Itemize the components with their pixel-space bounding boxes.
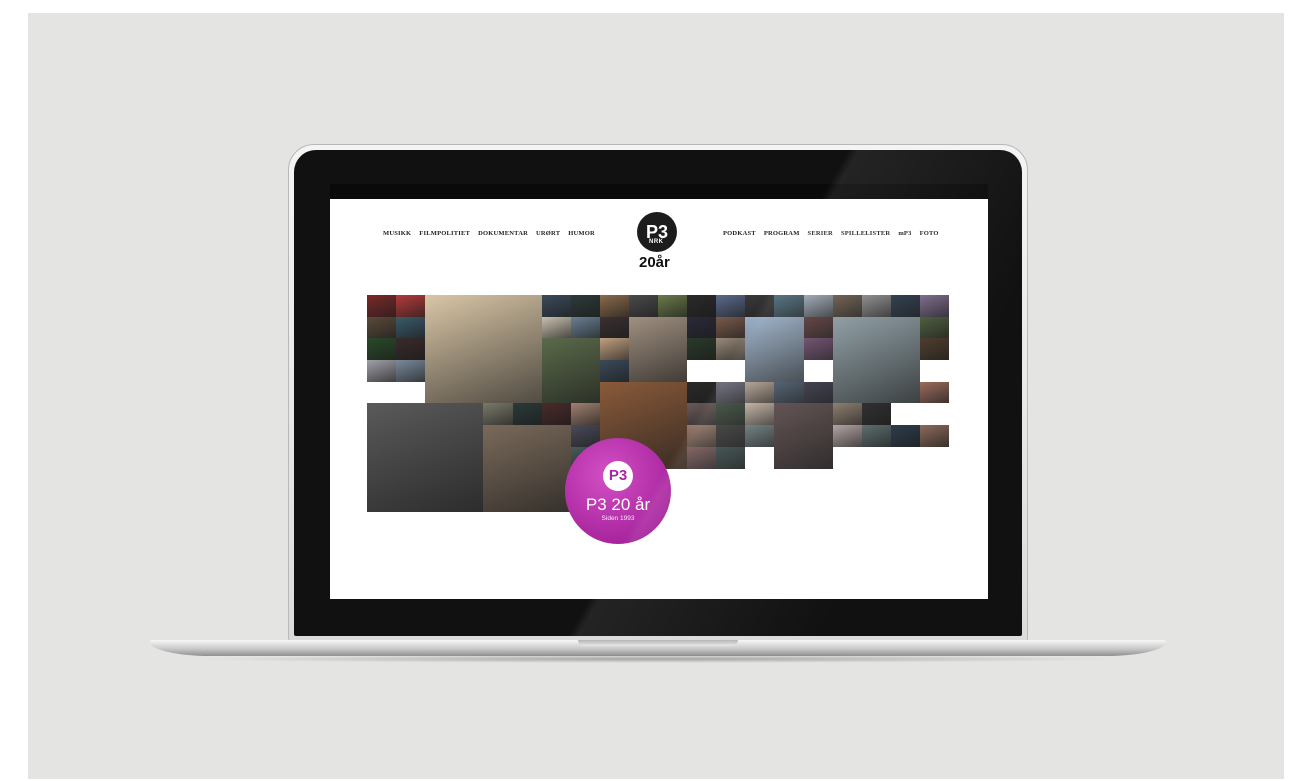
nav-item-serier[interactable]: SERIER	[808, 230, 833, 237]
collage-photo[interactable]	[687, 295, 717, 317]
collage-photo[interactable]	[570, 403, 600, 426]
collage-photo[interactable]	[483, 403, 513, 426]
collage-photo[interactable]	[687, 403, 717, 426]
collage-photo[interactable]	[861, 403, 891, 426]
collage-photo[interactable]	[774, 403, 833, 469]
collage-photo[interactable]	[541, 338, 600, 404]
collage-photo[interactable]	[396, 360, 426, 382]
main-nav-left: MUSIKK FILMPOLITIET DOKUMENTAR URØRT HUM…	[383, 230, 595, 237]
collage-photo[interactable]	[367, 295, 397, 317]
collage-photo[interactable]	[658, 295, 688, 317]
p3-logo-tag: NRK	[649, 239, 664, 245]
nav-item-foto[interactable]: FOTO	[920, 230, 939, 237]
collage-photo[interactable]	[687, 425, 717, 447]
nav-item-musikk[interactable]: MUSIKK	[383, 230, 411, 237]
collage-photo[interactable]	[716, 338, 746, 361]
nav-item-spillelister[interactable]: SPILLELISTER	[841, 230, 890, 237]
collage-photo[interactable]	[687, 338, 717, 361]
collage-photo[interactable]	[628, 295, 658, 317]
collage-photo[interactable]	[599, 338, 629, 361]
collage-photo[interactable]	[861, 425, 891, 447]
nav-item-mp3[interactable]: mP3	[898, 230, 911, 237]
collage-photo[interactable]	[396, 295, 426, 317]
laptop-shadow	[190, 655, 1126, 663]
collage-photo[interactable]	[570, 295, 600, 317]
collage-photo[interactable]	[861, 295, 891, 317]
collage-photo[interactable]	[687, 316, 717, 339]
badge-title: P3 20 år	[585, 494, 651, 514]
collage-photo[interactable]	[541, 316, 571, 339]
collage-photo[interactable]	[716, 403, 746, 426]
collage-photo[interactable]	[919, 425, 949, 447]
collage-photo[interactable]	[919, 316, 949, 339]
collage-photo[interactable]	[832, 403, 862, 426]
collage-photo[interactable]	[628, 316, 688, 382]
collage-photo[interactable]	[745, 316, 804, 382]
collage-photo[interactable]	[367, 403, 484, 512]
collage-photo[interactable]	[541, 403, 571, 426]
badge-p3-mark: P3	[603, 460, 633, 491]
anniversary-title: 20år	[639, 254, 670, 271]
collage-photo[interactable]	[599, 295, 629, 317]
collage-photo[interactable]	[803, 338, 833, 361]
collage-photo[interactable]	[396, 316, 426, 339]
collage-photo[interactable]	[716, 446, 746, 469]
nav-item-humor[interactable]: HUMOR	[568, 230, 595, 237]
collage-photo[interactable]	[716, 425, 746, 447]
collage-photo[interactable]	[716, 316, 746, 339]
collage-photo[interactable]	[599, 316, 629, 339]
collage-photo[interactable]	[890, 295, 920, 317]
collage-photo[interactable]	[803, 295, 833, 317]
collage-photo[interactable]	[599, 360, 629, 382]
collage-photo[interactable]	[570, 316, 600, 339]
collage-photo[interactable]	[716, 381, 746, 404]
collage-photo[interactable]	[919, 295, 949, 317]
nav-item-filmpolitiet[interactable]: FILMPOLITIET	[419, 230, 470, 237]
main-nav-right: PODKAST PROGRAM SERIER SPILLELISTER mP3 …	[723, 230, 939, 237]
collage-photo[interactable]	[367, 338, 397, 361]
collage-photo[interactable]	[687, 446, 717, 469]
collage-photo[interactable]	[890, 425, 920, 447]
collage-photo[interactable]	[832, 316, 920, 404]
nav-item-urort[interactable]: URØRT	[536, 230, 560, 237]
collage-photo[interactable]	[483, 425, 571, 512]
collage-photo[interactable]	[367, 360, 397, 382]
nav-item-dokumentar[interactable]: DOKUMENTAR	[478, 230, 528, 237]
p3-logo[interactable]: P3 NRK	[637, 212, 677, 252]
collage-photo[interactable]	[745, 295, 775, 317]
collage-photo[interactable]	[716, 295, 746, 317]
collage-photo[interactable]	[919, 338, 949, 361]
nav-item-program[interactable]: PROGRAM	[764, 230, 800, 237]
collage-photo[interactable]	[745, 403, 775, 426]
collage-photo[interactable]	[774, 295, 804, 317]
laptop-screen: MUSIKK FILMPOLITIET DOKUMENTAR URØRT HUM…	[330, 184, 988, 599]
collage-photo[interactable]	[832, 425, 862, 447]
collage-photo[interactable]	[687, 381, 717, 404]
nav-item-podkast[interactable]: PODKAST	[723, 230, 756, 237]
photo-collage	[367, 295, 949, 599]
collage-photo[interactable]	[541, 295, 571, 317]
p3-20-ar-badge[interactable]: P3 P3 20 år Siden 1993	[565, 438, 671, 544]
collage-photo[interactable]	[774, 381, 804, 404]
collage-photo[interactable]	[425, 295, 542, 404]
collage-photo[interactable]	[803, 316, 833, 339]
collage-photo[interactable]	[919, 381, 949, 404]
collage-photo[interactable]	[832, 295, 862, 317]
collage-photo[interactable]	[745, 381, 775, 404]
browser-top-bar	[330, 184, 988, 199]
collage-photo[interactable]	[512, 403, 542, 426]
collage-photo[interactable]	[803, 381, 833, 404]
collage-photo[interactable]	[367, 316, 397, 339]
collage-photo[interactable]	[745, 425, 775, 447]
badge-subtitle: Siden 1993	[601, 514, 635, 522]
laptop-hinge-notch	[578, 640, 738, 646]
collage-photo[interactable]	[396, 338, 426, 361]
